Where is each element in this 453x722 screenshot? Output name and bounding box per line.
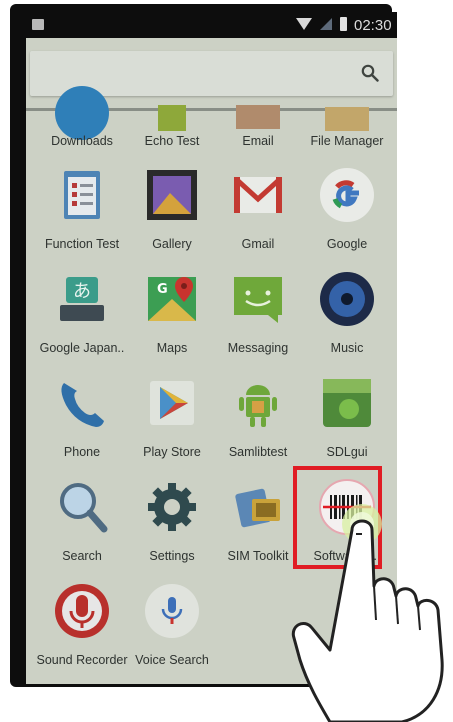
wifi-icon bbox=[296, 18, 312, 30]
app-settings[interactable]: Settings bbox=[126, 475, 218, 579]
app-label: Function Test bbox=[44, 237, 120, 251]
search-icon[interactable] bbox=[361, 64, 379, 82]
app-label: Google Japan.. bbox=[39, 341, 125, 355]
status-time: 02:30 bbox=[354, 17, 392, 34]
battery-icon bbox=[340, 17, 347, 31]
app-maps[interactable]: G Maps bbox=[126, 267, 218, 371]
tap-hand-icon bbox=[291, 504, 444, 722]
magnifier-icon bbox=[60, 483, 108, 533]
gear-icon bbox=[148, 483, 196, 531]
play-store-icon bbox=[150, 381, 194, 425]
clipboard-checklist-icon bbox=[64, 171, 100, 219]
sim-card-icon bbox=[235, 488, 280, 528]
app-google-japanese-input[interactable]: あ Google Japan.. bbox=[36, 267, 128, 371]
app-label: Samlibtest bbox=[228, 445, 288, 459]
app-label: Voice Search bbox=[135, 653, 209, 667]
folder-icon bbox=[325, 107, 369, 131]
app-label: Gmail bbox=[241, 237, 275, 251]
app-label: Settings bbox=[149, 549, 195, 563]
android-icon bbox=[239, 385, 277, 427]
app-phone[interactable]: Phone bbox=[36, 371, 128, 475]
phone-icon bbox=[61, 383, 104, 427]
app-function-test[interactable]: Function Test bbox=[36, 163, 128, 267]
app-label: File Manager bbox=[310, 134, 384, 148]
google-icon bbox=[320, 168, 374, 222]
sdlgui-icon bbox=[323, 379, 371, 427]
svg-text:あ: あ bbox=[73, 281, 91, 302]
gmail-icon bbox=[234, 177, 282, 213]
downloads-icon bbox=[55, 86, 109, 140]
app-label: SDLgui bbox=[326, 445, 368, 459]
app-label: Messaging bbox=[227, 341, 289, 355]
status-bar: 02:30 bbox=[26, 12, 397, 38]
app-sdlgui[interactable]: SDLgui bbox=[301, 371, 393, 475]
gallery-icon bbox=[147, 170, 197, 220]
app-sound-recorder[interactable]: Sound Recorder bbox=[36, 579, 128, 683]
app-label: Google bbox=[326, 237, 368, 251]
app-voice-search[interactable]: Voice Search bbox=[126, 579, 218, 683]
app-gallery[interactable]: Gallery bbox=[126, 163, 218, 267]
app-gmail[interactable]: Gmail bbox=[212, 163, 304, 267]
app-label: Email bbox=[242, 134, 274, 148]
email-icon bbox=[236, 105, 280, 129]
app-google[interactable]: Google bbox=[301, 163, 393, 267]
app-label: Search bbox=[62, 549, 102, 563]
app-label: Music bbox=[330, 341, 364, 355]
app-label: Gallery bbox=[152, 237, 192, 251]
app-label: Echo Test bbox=[144, 134, 200, 148]
app-play-store[interactable]: Play Store bbox=[126, 371, 218, 475]
maps-icon: G bbox=[148, 277, 196, 321]
japanese-keyboard-icon: あ bbox=[60, 277, 104, 321]
app-label: Downloads bbox=[51, 134, 113, 148]
svg-text:G: G bbox=[157, 282, 168, 297]
app-label: Maps bbox=[156, 341, 188, 355]
app-label: Phone bbox=[63, 445, 101, 459]
voice-search-icon bbox=[145, 584, 199, 638]
app-label: Sound Recorder bbox=[36, 653, 128, 667]
notification-icon bbox=[32, 19, 44, 30]
app-samlibtest[interactable]: Samlibtest bbox=[212, 371, 304, 475]
app-music[interactable]: Music bbox=[301, 267, 393, 371]
messaging-icon bbox=[234, 277, 282, 323]
music-icon bbox=[320, 272, 374, 326]
microphone-icon bbox=[55, 584, 109, 638]
app-label: Play Store bbox=[143, 445, 201, 459]
signal-icon bbox=[320, 18, 332, 30]
app-messaging[interactable]: Messaging bbox=[212, 267, 304, 371]
app-search[interactable]: Search bbox=[36, 475, 128, 579]
echo-test-icon bbox=[158, 105, 186, 131]
